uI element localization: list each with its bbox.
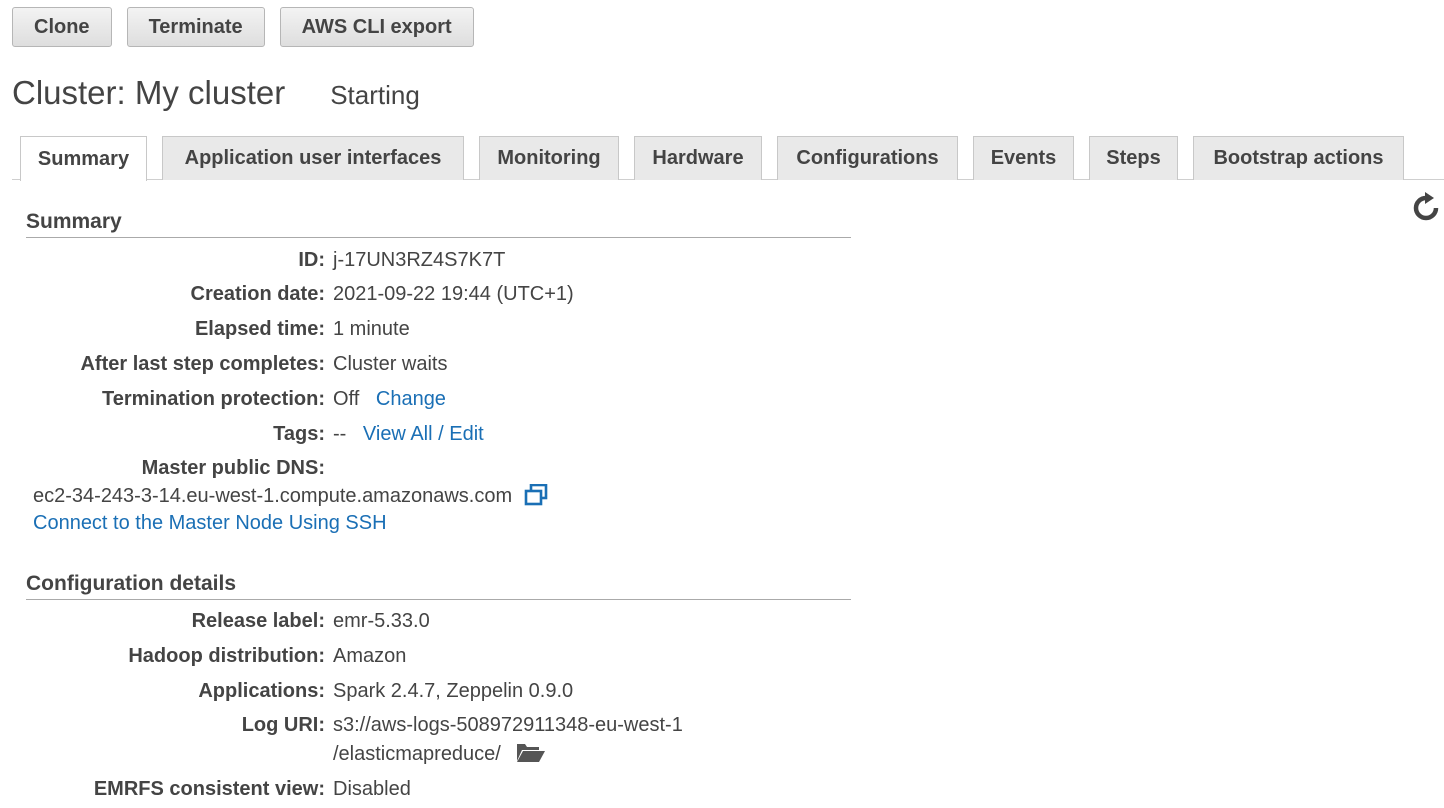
- clone-button[interactable]: Clone: [12, 7, 112, 47]
- creation-date-row: Creation date: 2021-09-22 19:44 (UTC+1): [0, 283, 900, 313]
- summary-section-title: Summary: [26, 210, 851, 238]
- hadoop-distribution-row: Hadoop distribution: Amazon: [0, 645, 900, 675]
- creation-date-label: Creation date:: [190, 283, 325, 305]
- hadoop-distribution-label: Hadoop distribution:: [128, 645, 325, 667]
- master-dns-value-row: ec2-34-243-3-14.eu-west-1.compute.amazon…: [33, 483, 548, 508]
- termination-protection-status: Off: [333, 388, 360, 410]
- release-label-row: Release label: emr-5.33.0: [0, 610, 900, 640]
- master-dns-row: Master public DNS:: [0, 457, 900, 487]
- configuration-section-title: Configuration details: [26, 572, 851, 600]
- master-dns-label: Master public DNS:: [141, 457, 325, 479]
- id-value: j-17UN3RZ4S7K7T: [333, 249, 506, 271]
- folder-open-icon[interactable]: [516, 741, 546, 763]
- release-label-value: emr-5.33.0: [333, 610, 430, 632]
- after-last-step-value: Cluster waits: [333, 353, 448, 375]
- log-uri-label: Log URI:: [241, 714, 325, 736]
- tags-row: Tags: -- View All / Edit: [0, 423, 900, 453]
- after-last-step-label: After last step completes:: [80, 353, 325, 375]
- emrfs-value: Disabled: [333, 778, 411, 800]
- view-edit-tags-link[interactable]: View All / Edit: [363, 423, 484, 445]
- applications-row: Applications: Spark 2.4.7, Zeppelin 0.9.…: [0, 680, 900, 710]
- log-uri-value-line1: s3://aws-logs-508972911348-eu-west-1: [333, 714, 683, 736]
- tags-label: Tags:: [273, 423, 325, 445]
- emrfs-row: EMRFS consistent view: Disabled: [0, 778, 900, 808]
- change-termination-link[interactable]: Change: [376, 388, 446, 410]
- id-label: ID:: [298, 249, 325, 271]
- tab-summary[interactable]: Summary: [20, 136, 147, 181]
- copy-icon[interactable]: [524, 483, 548, 506]
- applications-label: Applications:: [198, 680, 325, 702]
- tab-steps[interactable]: Steps: [1089, 136, 1178, 180]
- tab-hardware[interactable]: Hardware: [634, 136, 762, 180]
- cluster-status: Starting: [330, 80, 420, 110]
- termination-protection-row: Termination protection: Off Change: [0, 388, 900, 418]
- elapsed-time-label: Elapsed time:: [194, 318, 325, 340]
- id-row: ID: j-17UN3RZ4S7K7T: [0, 249, 900, 279]
- elapsed-time-value: 1 minute: [333, 318, 410, 340]
- aws-cli-export-button[interactable]: AWS CLI export: [279, 7, 474, 47]
- tab-events[interactable]: Events: [973, 136, 1074, 180]
- tags-text: --: [333, 423, 347, 445]
- log-uri-value-line2: /elasticmapreduce/: [333, 743, 546, 766]
- termination-protection-label: Termination protection:: [102, 388, 325, 410]
- tab-configurations[interactable]: Configurations: [777, 136, 958, 180]
- log-uri-row-2: /elasticmapreduce/: [0, 743, 900, 773]
- tab-bootstrap-actions[interactable]: Bootstrap actions: [1193, 136, 1404, 180]
- creation-date-value: 2021-09-22 19:44 (UTC+1): [333, 283, 574, 305]
- connect-ssh-link[interactable]: Connect to the Master Node Using SSH: [33, 512, 387, 535]
- page-title: Cluster: My cluster: [12, 74, 286, 111]
- hadoop-distribution-value: Amazon: [333, 645, 407, 667]
- tab-monitoring[interactable]: Monitoring: [479, 136, 619, 180]
- after-last-step-row: After last step completes: Cluster waits: [0, 353, 900, 383]
- terminate-button[interactable]: Terminate: [126, 7, 265, 47]
- master-dns-value: ec2-34-243-3-14.eu-west-1.compute.amazon…: [33, 485, 513, 507]
- tab-application-user-interfaces[interactable]: Application user interfaces: [162, 136, 464, 180]
- refresh-icon[interactable]: [1410, 192, 1442, 224]
- termination-protection-value: Off Change: [333, 388, 446, 411]
- applications-value: Spark 2.4.7, Zeppelin 0.9.0: [333, 680, 574, 702]
- tags-value: -- View All / Edit: [333, 423, 484, 446]
- toolbar: Clone Terminate AWS CLI export: [12, 7, 474, 47]
- release-label-label: Release label:: [191, 610, 325, 632]
- elapsed-time-row: Elapsed time: 1 minute: [0, 318, 900, 348]
- cluster-header: Cluster: My cluster Starting: [12, 74, 420, 112]
- emrfs-label: EMRFS consistent view:: [93, 778, 325, 800]
- log-uri-row: Log URI: s3://aws-logs-508972911348-eu-w…: [0, 714, 900, 744]
- log-uri-path: /elasticmapreduce/: [333, 743, 501, 765]
